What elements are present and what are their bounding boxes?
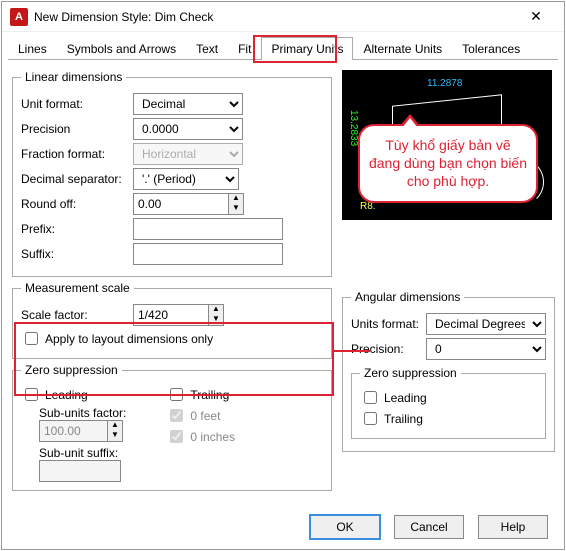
- inches-checkbox: [170, 430, 183, 443]
- precision-select[interactable]: 0.0000: [133, 118, 243, 140]
- linear-dimensions-legend: Linear dimensions: [21, 70, 126, 84]
- measurement-scale-legend: Measurement scale: [21, 281, 134, 295]
- titlebar: A New Dimension Style: Dim Check ✕: [2, 2, 564, 32]
- precision-label: Precision: [21, 122, 133, 136]
- angular-units-format-select[interactable]: Decimal Degrees: [426, 313, 546, 335]
- zero-suppression-right-legend: Zero suppression: [360, 366, 461, 380]
- angular-dimensions-legend: Angular dimensions: [351, 290, 464, 304]
- angular-leading-label: Leading: [384, 391, 427, 405]
- prefix-label: Prefix:: [21, 222, 133, 236]
- suffix-label: Suffix:: [21, 247, 133, 261]
- zero-suppression-left-group: Zero suppression Leading Sub-units facto…: [12, 363, 332, 491]
- angular-dimensions-group: Angular dimensions Units format: Decimal…: [342, 290, 555, 452]
- zero-suppression-left-legend: Zero suppression: [21, 363, 122, 377]
- scale-factor-spinner[interactable]: ▲▼: [133, 304, 224, 326]
- angular-precision-label: Precision:: [351, 342, 426, 356]
- apply-layout-label: Apply to layout dimensions only: [45, 332, 213, 346]
- annotation-callout-text: Tùy khổ giấy bản vẽ đang dùng bạn chọn b…: [369, 137, 527, 189]
- tab-primary-units[interactable]: Primary Units: [261, 37, 353, 60]
- dimension-preview: 11.2878 13.2833 R8. Tùy khổ giấy bản vẽ …: [342, 70, 552, 220]
- spin-down-icon[interactable]: ▼: [229, 204, 243, 214]
- fraction-format-select: Horizontal: [133, 143, 243, 165]
- trailing-label: Trailing: [190, 388, 229, 402]
- inches-label: 0 inches: [190, 430, 235, 444]
- button-bar: OK Cancel Help: [2, 505, 564, 549]
- decimal-separator-label: Decimal separator:: [21, 172, 133, 186]
- angular-trailing-label: Trailing: [384, 412, 423, 426]
- leading-checkbox[interactable]: [25, 388, 38, 401]
- subunits-factor-input: [39, 420, 107, 442]
- scale-factor-input[interactable]: [133, 304, 208, 326]
- round-off-input[interactable]: [133, 193, 228, 215]
- cancel-button[interactable]: Cancel: [394, 515, 464, 539]
- decimal-separator-select[interactable]: '.' (Period): [133, 168, 239, 190]
- unit-format-label: Unit format:: [21, 97, 133, 111]
- fraction-format-label: Fraction format:: [21, 147, 133, 161]
- preview-dim-radius: R8.: [360, 201, 376, 212]
- dialog-window: A New Dimension Style: Dim Check ✕ Lines…: [1, 1, 565, 550]
- zero-suppression-right-group: Zero suppression Leading Trailing: [351, 366, 546, 439]
- subunit-suffix-label: Sub-unit suffix:: [39, 446, 126, 460]
- apply-layout-checkbox[interactable]: [25, 332, 38, 345]
- suffix-input[interactable]: [133, 243, 283, 265]
- spin-down-icon: ▼: [108, 431, 122, 441]
- tab-alternate-units[interactable]: Alternate Units: [353, 37, 452, 60]
- help-button[interactable]: Help: [478, 515, 548, 539]
- preview-dim-top: 11.2878: [427, 78, 462, 89]
- angular-precision-select[interactable]: 0: [426, 338, 546, 360]
- feet-checkbox: [170, 409, 183, 422]
- scale-factor-label: Scale factor:: [21, 308, 133, 322]
- unit-format-select[interactable]: Decimal: [133, 93, 243, 115]
- linear-dimensions-group: Linear dimensions Unit format: Decimal P…: [12, 70, 332, 277]
- angular-units-format-label: Units format:: [351, 317, 426, 331]
- trailing-checkbox[interactable]: [170, 388, 183, 401]
- tab-strip: Lines Symbols and Arrows Text Fit Primar…: [2, 32, 564, 59]
- leading-label: Leading: [45, 388, 88, 402]
- subunits-factor-spinner: ▲▼: [39, 420, 126, 442]
- subunits-factor-label: Sub-units factor:: [39, 406, 126, 420]
- spin-down-icon[interactable]: ▼: [209, 315, 223, 325]
- tab-fit[interactable]: Fit: [228, 37, 261, 60]
- angular-trailing-checkbox[interactable]: [364, 412, 377, 425]
- round-off-spinner[interactable]: ▲▼: [133, 193, 244, 215]
- annotation-callout: Tùy khổ giấy bản vẽ đang dùng bạn chọn b…: [358, 124, 538, 203]
- tab-lines[interactable]: Lines: [8, 37, 57, 60]
- angular-leading-checkbox[interactable]: [364, 391, 377, 404]
- app-logo-icon: A: [10, 8, 28, 26]
- ok-button[interactable]: OK: [310, 515, 380, 539]
- tab-tolerances[interactable]: Tolerances: [452, 37, 530, 60]
- tab-symbols-arrows[interactable]: Symbols and Arrows: [57, 37, 186, 60]
- round-off-label: Round off:: [21, 197, 133, 211]
- measurement-scale-group: Measurement scale Scale factor: ▲▼ Apply…: [12, 281, 332, 359]
- tab-text[interactable]: Text: [186, 37, 228, 60]
- prefix-input[interactable]: [133, 218, 283, 240]
- window-title: New Dimension Style: Dim Check: [34, 10, 516, 24]
- close-button[interactable]: ✕: [516, 8, 556, 25]
- subunit-suffix-input: [39, 460, 121, 482]
- feet-label: 0 feet: [190, 409, 220, 423]
